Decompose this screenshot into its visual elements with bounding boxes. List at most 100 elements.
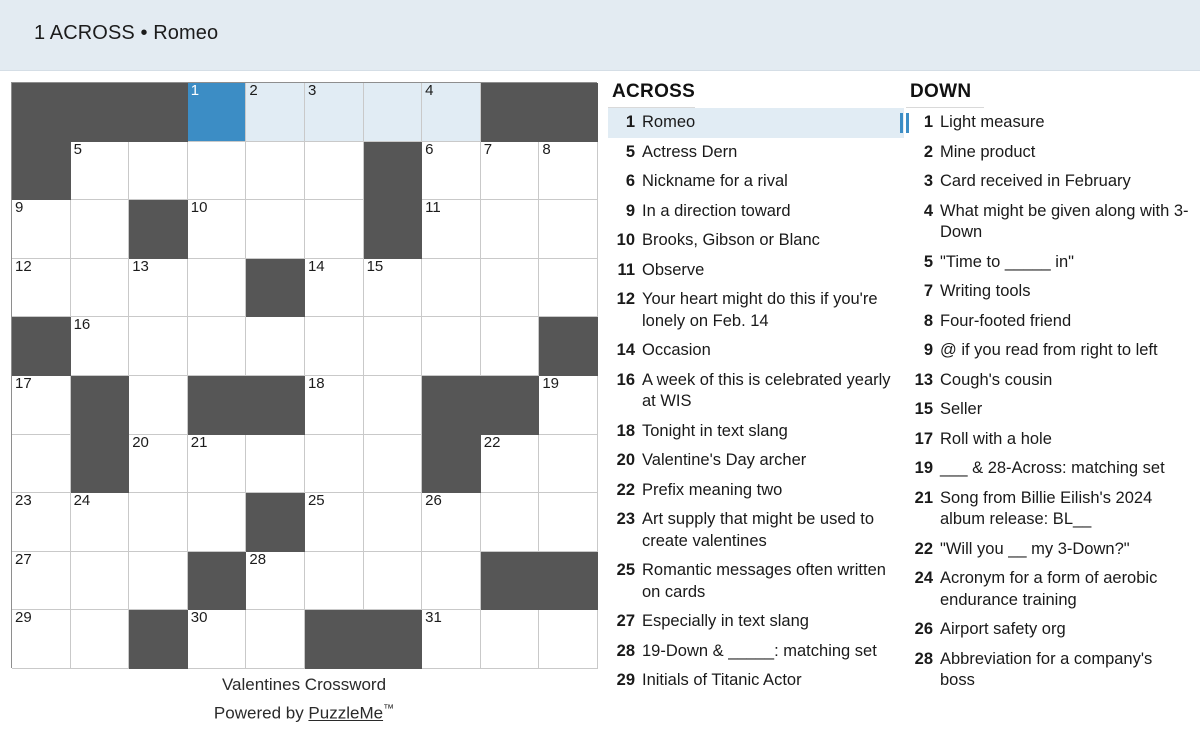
grid-cell[interactable] <box>480 258 540 318</box>
clue-across-25[interactable]: 25 Romantic messages often written on car… <box>608 556 904 607</box>
grid-cell[interactable] <box>12 434 71 494</box>
grid-cell[interactable]: 11 <box>422 200 481 259</box>
grid-cell[interactable] <box>539 610 598 669</box>
clue-across-9[interactable]: 9 In a direction toward <box>608 197 904 227</box>
grid-cell[interactable] <box>246 200 305 259</box>
grid-cell[interactable] <box>246 434 305 494</box>
grid-cell[interactable]: 22 <box>480 434 540 494</box>
grid-cell[interactable] <box>187 493 247 552</box>
grid-cell[interactable] <box>539 493 598 552</box>
grid-cell[interactable] <box>363 375 423 435</box>
grid-cell[interactable] <box>129 317 188 376</box>
grid-cell[interactable]: 5 <box>70 141 130 201</box>
grid-cell[interactable]: 31 <box>422 610 481 669</box>
grid-cell[interactable] <box>422 317 481 376</box>
grid-cell[interactable]: 8 <box>539 141 598 201</box>
grid-cell[interactable]: 18 <box>304 375 364 435</box>
grid-cell[interactable] <box>246 141 305 201</box>
clue-down-22[interactable]: 22 "Will you __ my 3-Down?" <box>906 535 1196 565</box>
grid-cell[interactable]: 12 <box>12 258 71 318</box>
clue-across-22[interactable]: 22 Prefix meaning two <box>608 476 904 506</box>
clue-down-5[interactable]: 5 "Time to _____ in" <box>906 248 1196 278</box>
grid-cell[interactable]: 19 <box>539 375 598 435</box>
clue-across-20[interactable]: 20 Valentine's Day archer <box>608 446 904 476</box>
clue-down-7[interactable]: 7 Writing tools <box>906 277 1196 307</box>
grid-cell[interactable]: 27 <box>12 551 71 611</box>
grid-cell[interactable] <box>304 317 364 376</box>
grid-cell[interactable] <box>70 258 130 318</box>
clue-across-12[interactable]: 12 Your heart might do this if you're lon… <box>608 285 904 336</box>
grid-cell[interactable] <box>422 258 481 318</box>
clue-across-28[interactable]: 28 19-Down & _____: matching set <box>608 637 904 667</box>
grid-cell[interactable]: 3 <box>304 83 364 142</box>
clue-down-28[interactable]: 28 Abbreviation for a company's boss <box>906 645 1196 696</box>
grid-cell[interactable] <box>129 493 188 552</box>
clue-across-14[interactable]: 14 Occasion <box>608 336 904 366</box>
clue-across-11[interactable]: 11 Observe <box>608 256 904 286</box>
clue-down-21[interactable]: 21 Song from Billie Eilish's 2024 album r… <box>906 484 1196 535</box>
grid-cell[interactable]: 29 <box>12 610 71 669</box>
across-clue-list[interactable]: 1 Romeo 5 Actress Dern 6 Nickname for a rival… <box>608 108 904 696</box>
clue-down-19[interactable]: 19 ___ & 28-Across: matching set <box>906 454 1196 484</box>
grid-cell[interactable]: 24 <box>70 493 130 552</box>
clue-across-1[interactable]: 1 Romeo <box>608 108 904 138</box>
grid-cell[interactable]: 17 <box>12 375 71 435</box>
grid-cell[interactable]: 9 <box>12 200 71 259</box>
grid-cell[interactable]: 23 <box>12 493 71 552</box>
grid-cell[interactable]: 10 <box>187 200 247 259</box>
grid-cell[interactable]: 13 <box>129 258 188 318</box>
grid-cell[interactable] <box>363 317 423 376</box>
grid-cell[interactable] <box>187 258 247 318</box>
grid-cell[interactable] <box>129 551 188 611</box>
clue-down-8[interactable]: 8 Four-footed friend <box>906 307 1196 337</box>
clue-down-15[interactable]: 15 Seller <box>906 395 1196 425</box>
grid-cell[interactable]: 4 <box>422 83 481 142</box>
crossword-grid[interactable]: 1 2 3 4 5 6 7 8 9 10 11 12 13 14 15 16 17 18 19 20 21 22 23 24 2… <box>11 82 598 669</box>
grid-cell[interactable]: 21 <box>187 434 247 494</box>
clue-across-10[interactable]: 10 Brooks, Gibson or Blanc <box>608 226 904 256</box>
grid-cell[interactable] <box>187 317 247 376</box>
grid-cell[interactable] <box>304 551 364 611</box>
grid-cell[interactable] <box>480 317 540 376</box>
grid-cell[interactable]: 20 <box>129 434 188 494</box>
grid-cell[interactable]: 14 <box>304 258 364 318</box>
grid-cell[interactable]: 15 <box>363 258 423 318</box>
grid-cell[interactable] <box>246 610 305 669</box>
clue-across-29[interactable]: 29 Initials of Titanic Actor <box>608 666 904 696</box>
clue-down-17[interactable]: 17 Roll with a hole <box>906 425 1196 455</box>
grid-cell[interactable] <box>422 551 481 611</box>
grid-cell[interactable] <box>539 434 598 494</box>
clue-down-26[interactable]: 26 Airport safety org <box>906 615 1196 645</box>
grid-cell[interactable] <box>70 200 130 259</box>
grid-cell[interactable]: 30 <box>187 610 247 669</box>
clue-down-24[interactable]: 24 Acronym for a form of aerobic enduranc… <box>906 564 1196 615</box>
grid-cell[interactable] <box>480 610 540 669</box>
puzzleme-link[interactable]: PuzzleMe <box>308 704 383 723</box>
grid-cell[interactable] <box>70 551 130 611</box>
clue-down-13[interactable]: 13 Cough's cousin <box>906 366 1196 396</box>
clue-down-4[interactable]: 4 What might be given along with 3-Down <box>906 197 1196 248</box>
grid-cell[interactable] <box>304 200 364 259</box>
clue-down-1[interactable]: 1 Light measure <box>906 108 1196 138</box>
grid-cell[interactable]: 28 <box>246 551 305 611</box>
down-clue-list[interactable]: 1 Light measure 2 Mine product 3 Card receive… <box>906 108 1196 696</box>
grid-cell[interactable] <box>129 375 188 435</box>
grid-cell[interactable]: 1 <box>187 83 247 142</box>
grid-cell[interactable]: 7 <box>480 141 540 201</box>
grid-cell[interactable]: 6 <box>422 141 481 201</box>
grid-cell[interactable] <box>363 493 423 552</box>
grid-cell[interactable]: 2 <box>246 83 305 142</box>
grid-cell[interactable] <box>539 200 598 259</box>
grid-cell[interactable] <box>480 493 540 552</box>
grid-cell[interactable] <box>539 258 598 318</box>
clue-down-2[interactable]: 2 Mine product <box>906 138 1196 168</box>
grid-cell[interactable] <box>363 434 423 494</box>
grid-cell[interactable] <box>246 317 305 376</box>
grid-cell[interactable] <box>363 83 423 142</box>
grid-cell[interactable]: 16 <box>70 317 130 376</box>
clue-across-23[interactable]: 23 Art supply that might be used to creat… <box>608 505 904 556</box>
grid-cell[interactable] <box>70 610 130 669</box>
grid-cell[interactable] <box>304 434 364 494</box>
clue-across-27[interactable]: 27 Especially in text slang <box>608 607 904 637</box>
clue-down-9[interactable]: 9 @ if you read from right to left <box>906 336 1196 366</box>
